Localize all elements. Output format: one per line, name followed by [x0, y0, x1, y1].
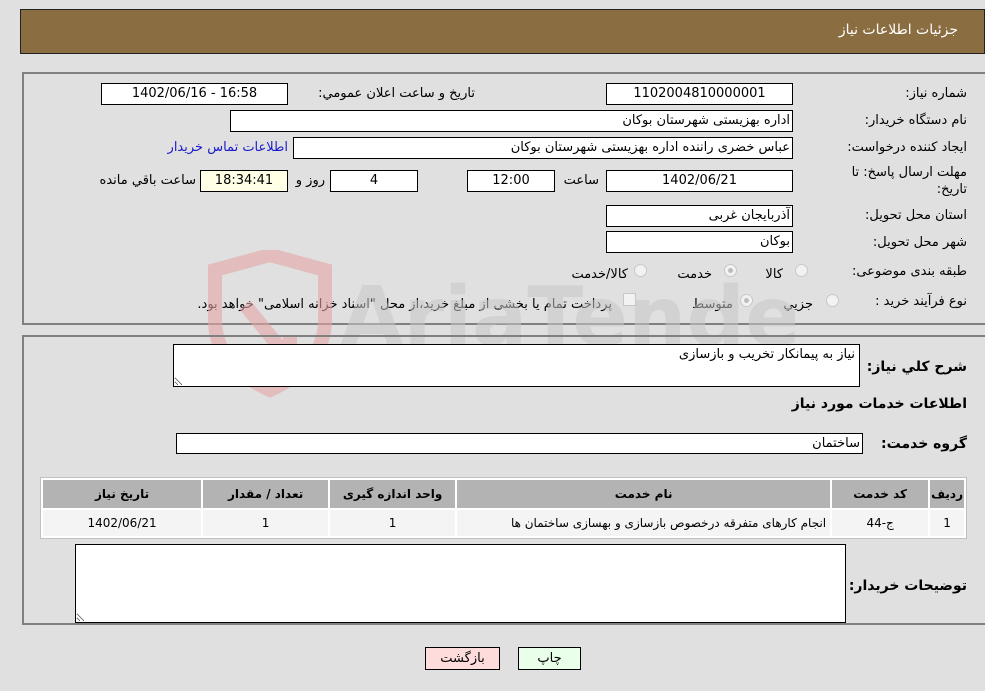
province-field[interactable]: آذربایجان غربی [606, 205, 793, 227]
category-option-goods: کالا [765, 267, 783, 282]
remaining-time-label: ساعت باقي مانده [99, 173, 196, 188]
buyer-org-label: نام دستگاه خریدار: [864, 113, 967, 128]
buyer-notes-label: توضيحات خريدار: [848, 578, 967, 594]
page-title: جزئیات اطلاعات نیاز [838, 22, 958, 38]
page-header: جزئیات اطلاعات نیاز [20, 9, 985, 54]
need-number-field[interactable]: 1102004810000001 [606, 83, 793, 105]
deadline-time-field[interactable]: 12:00 [467, 170, 555, 192]
cell-service-code: ج-44 [832, 510, 929, 536]
col-header-date: تاریخ نیاز [43, 480, 202, 508]
table-row: 1 ج-44 انجام کارهای متفرقه درخصوص بازساز… [43, 510, 964, 536]
print-button[interactable]: چاپ [518, 647, 581, 670]
description-textarea[interactable]: نیاز به پیمانکار تخریب و بازسازی [173, 344, 860, 387]
city-label: شهر محل تحویل: [872, 235, 967, 250]
process-type-label: نوع فرآیند خرید : [875, 294, 967, 309]
service-group-field[interactable]: ساختمان [176, 433, 863, 454]
col-header-name: نام خدمت [457, 480, 831, 508]
buyer-notes-textarea[interactable] [75, 544, 846, 623]
cell-need-date: 1402/06/21 [43, 510, 202, 536]
service-group-label: گروه خدمت: [881, 436, 967, 452]
city-field[interactable]: بوکان [606, 231, 793, 253]
remaining-time-field: 18:34:41 [200, 170, 288, 192]
buyer-org-field[interactable]: اداره بهزیستی شهرستان بوکان [230, 110, 793, 132]
requester-field[interactable]: عباس خضری راننده اداره بهزیستی شهرستان ب… [293, 137, 793, 159]
col-header-unit: واحد اندازه گیری [330, 480, 456, 508]
need-number-label: شماره نیاز: [905, 86, 967, 101]
cell-quantity: 1 [203, 510, 329, 536]
description-label: شرح کلي نياز: [866, 359, 967, 375]
services-table: رديف کد خدمت نام خدمت واحد اندازه گیری ت… [40, 477, 967, 539]
cell-service-name: انجام کارهای متفرقه درخصوص بازسازی و بهس… [457, 510, 831, 536]
announce-datetime-label: تاریخ و ساعت اعلان عمومي: [318, 86, 475, 101]
treasury-note: پرداخت تمام یا بخشی از مبلغ خرید،از محل … [197, 297, 612, 312]
deadline-time-label: ساعت [563, 173, 599, 188]
process-option-small: جزيي [783, 297, 813, 312]
remaining-days-field: 4 [330, 170, 418, 192]
deadline-label-line2: تاریخ: [936, 182, 967, 197]
category-radio-goods[interactable] [795, 264, 808, 277]
treasury-checkbox[interactable] [623, 293, 636, 306]
requester-label: ایجاد کننده درخواست: [847, 140, 967, 155]
col-header-code: کد خدمت [832, 480, 929, 508]
cell-unit: 1 [330, 510, 456, 536]
announce-datetime-field[interactable]: 1402/06/16 - 16:58 [101, 83, 288, 105]
category-radio-goods-service[interactable] [634, 264, 647, 277]
deadline-date-field[interactable]: 1402/06/21 [606, 170, 793, 192]
category-option-goods-service: کالا/خدمت [571, 267, 628, 282]
category-label: طبقه بندی موضوعی: [851, 264, 967, 279]
col-header-quantity: تعداد / مقدار [203, 480, 329, 508]
services-heading: اطلاعات خدمات مورد نياز [791, 396, 967, 412]
col-header-row: رديف [930, 480, 964, 508]
category-option-service: خدمت [677, 267, 712, 282]
buyer-contact-link[interactable]: اطلاعات تماس خریدار [168, 140, 288, 155]
process-option-medium: متوسط [692, 297, 733, 312]
category-radio-service[interactable] [724, 264, 737, 277]
back-button[interactable]: بازگشت [425, 647, 500, 670]
process-radio-medium[interactable] [740, 294, 753, 307]
services-table-header: رديف کد خدمت نام خدمت واحد اندازه گیری ت… [43, 480, 964, 508]
deadline-label-line1: مهلت ارسال پاسخ: تا [851, 165, 967, 180]
process-radio-small[interactable] [826, 294, 839, 307]
province-label: استان محل تحویل: [865, 208, 967, 223]
days-label: روز و [295, 173, 325, 188]
cell-row-number: 1 [930, 510, 964, 536]
